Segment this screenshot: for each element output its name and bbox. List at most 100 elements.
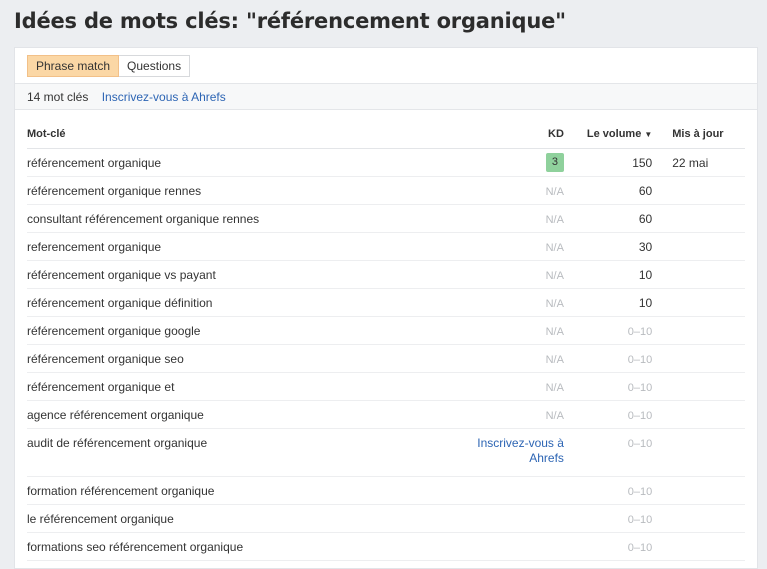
volume-value: 150 <box>632 155 653 170</box>
kd-cell: N/A <box>471 288 564 317</box>
kd-signup-link[interactable]: Inscrivez-vous à Ahrefs <box>474 436 564 466</box>
updated-date-cell <box>652 372 745 401</box>
table-row[interactable]: audit de référencement organique Inscrive… <box>27 428 745 477</box>
table-row[interactable]: referencement organique N/A 30 <box>27 232 745 261</box>
keywords-table-body: référencement organique 3 150 22 mai référen… <box>27 148 745 561</box>
tab-questions[interactable]: Questions <box>119 55 191 77</box>
kd-na-value: N/A <box>545 353 564 366</box>
kd-na-value: N/A <box>545 325 564 338</box>
kd-cell: N/A <box>471 372 564 401</box>
table-row[interactable]: référencement organique 3 150 22 mai <box>27 148 745 177</box>
volume-cell: 0–10 <box>563 476 653 505</box>
table-header-row: Mot-clé KD Le volume ▼ Mis à jour <box>27 120 745 149</box>
keyword-cell[interactable]: formation référencement organique <box>27 476 472 505</box>
volume-value: 0–10 <box>627 325 653 338</box>
kd-na-value: N/A <box>545 409 564 422</box>
volume-cell: 10 <box>563 288 653 317</box>
kd-badge: 3 <box>545 153 564 172</box>
keyword-cell[interactable]: consultant référencement organique renne… <box>27 204 472 233</box>
column-header-updated[interactable]: Mis à jour <box>652 120 745 149</box>
keyword-cell[interactable]: référencement organique et <box>27 372 472 401</box>
match-type-tabs: Phrase match Questions <box>27 55 191 77</box>
updated-date-cell: 22 mai <box>652 148 745 177</box>
keyword-cell[interactable]: référencement organique vs payant <box>27 260 472 289</box>
table-row[interactable]: formation référencement organique 0–10 <box>27 476 745 505</box>
volume-value: 0–10 <box>627 513 653 526</box>
column-header-kd[interactable]: KD <box>471 120 564 149</box>
column-header-volume[interactable]: Le volume ▼ <box>563 120 653 149</box>
kd-cell: N/A <box>471 260 564 289</box>
table-row[interactable]: référencement organique vs payant N/A 10 <box>27 260 745 289</box>
kd-cell: N/A <box>471 232 564 261</box>
column-header-volume-label: Le volume <box>586 128 642 140</box>
table-row[interactable]: référencement organique définition N/A 10 <box>27 288 745 317</box>
kd-cell <box>471 476 564 505</box>
keyword-ideas-panel: Phrase match Questions 14 mot clés Inscr… <box>14 47 758 569</box>
volume-cell: 0–10 <box>563 504 653 533</box>
keyword-cell[interactable]: agence référencement organique <box>27 400 472 429</box>
updated-date-cell <box>652 288 745 317</box>
results-summary-bar: 14 mot clés Inscrivez-vous à Ahrefs <box>15 83 757 110</box>
table-row[interactable]: référencement organique et N/A 0–10 <box>27 372 745 401</box>
tab-phrase-match[interactable]: Phrase match <box>27 55 120 77</box>
keywords-table: Mot-clé KD Le volume ▼ Mis à jour référen… <box>27 120 745 561</box>
keyword-cell[interactable]: audit de référencement organique <box>27 428 472 477</box>
updated-date-cell <box>652 428 745 477</box>
updated-date-cell <box>652 504 745 533</box>
kd-cell: N/A <box>471 204 564 233</box>
keyword-count: 14 mot clés <box>27 90 89 104</box>
keyword-cell[interactable]: référencement organique seo <box>27 344 472 373</box>
updated-date-cell <box>652 204 745 233</box>
volume-value: 0–10 <box>627 485 653 498</box>
sort-desc-icon: ▼ <box>644 129 653 139</box>
volume-cell: 60 <box>563 176 653 205</box>
volume-cell: 10 <box>563 260 653 289</box>
volume-value: 0–10 <box>627 353 653 366</box>
volume-value: 30 <box>638 239 653 254</box>
table-row[interactable]: le référencement organique 0–10 <box>27 504 745 533</box>
kd-na-value: N/A <box>545 213 564 226</box>
updated-date-cell <box>652 400 745 429</box>
kd-cell: Inscrivez-vous à Ahrefs <box>471 428 564 477</box>
table-row[interactable]: consultant référencement organique renne… <box>27 204 745 233</box>
volume-value: 0–10 <box>627 409 653 422</box>
volume-cell: 150 <box>563 148 653 177</box>
column-header-keyword[interactable]: Mot-clé <box>27 120 472 149</box>
keyword-cell[interactable]: referencement organique <box>27 232 472 261</box>
table-row[interactable]: référencement organique seo N/A 0–10 <box>27 344 745 373</box>
kd-cell: N/A <box>471 316 564 345</box>
updated-date-cell <box>652 316 745 345</box>
keyword-cell[interactable]: référencement organique <box>27 148 472 177</box>
volume-value: 60 <box>638 183 653 198</box>
volume-cell: 0–10 <box>563 428 653 477</box>
volume-cell: 30 <box>563 232 653 261</box>
volume-cell: 0–10 <box>563 316 653 345</box>
updated-date-cell <box>652 476 745 505</box>
keyword-cell[interactable]: référencement organique rennes <box>27 176 472 205</box>
volume-cell: 0–10 <box>563 344 653 373</box>
volume-cell: 0–10 <box>563 400 653 429</box>
table-row[interactable]: agence référencement organique N/A 0–10 <box>27 400 745 429</box>
kd-cell: N/A <box>471 344 564 373</box>
table-row[interactable]: référencement organique google N/A 0–10 <box>27 316 745 345</box>
page-title: Idées de mots clés: "référencement organ… <box>14 9 566 33</box>
kd-cell: N/A <box>471 400 564 429</box>
table-row[interactable]: référencement organique rennes N/A 60 <box>27 176 745 205</box>
volume-cell: 0–10 <box>563 372 653 401</box>
kd-na-value: N/A <box>545 241 564 254</box>
kd-cell: 3 <box>471 148 564 177</box>
updated-date-cell <box>652 344 745 373</box>
volume-value: 10 <box>638 295 653 310</box>
keyword-cell[interactable]: le référencement organique <box>27 504 472 533</box>
kd-cell: N/A <box>471 176 564 205</box>
signup-link[interactable]: Inscrivez-vous à Ahrefs <box>102 90 226 104</box>
volume-value: 0–10 <box>627 541 653 554</box>
updated-date-cell <box>652 232 745 261</box>
kd-na-value: N/A <box>545 297 564 310</box>
volume-cell: 60 <box>563 204 653 233</box>
kd-cell <box>471 504 564 533</box>
keyword-cell[interactable]: référencement organique google <box>27 316 472 345</box>
keyword-cell[interactable]: référencement organique définition <box>27 288 472 317</box>
kd-na-value: N/A <box>545 269 564 282</box>
volume-value: 60 <box>638 211 653 226</box>
